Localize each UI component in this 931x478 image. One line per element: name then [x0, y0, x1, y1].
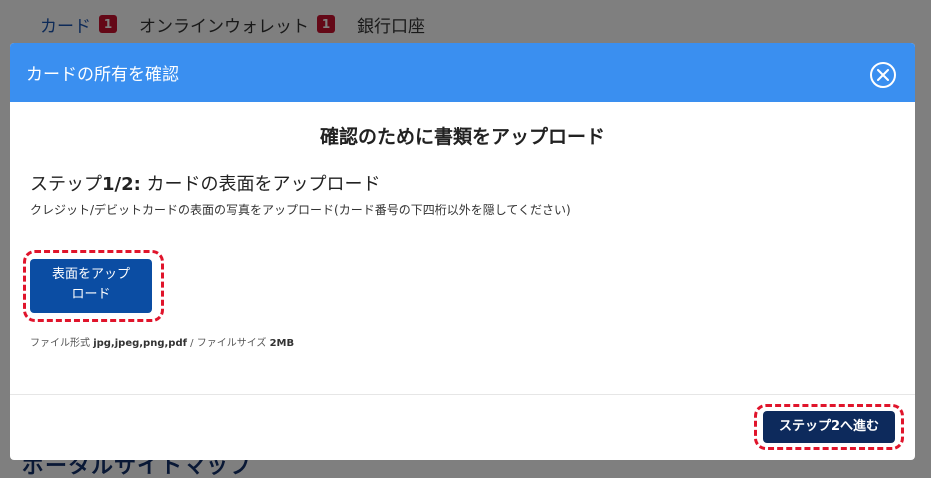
verify-card-modal: カードの所有を確認 確認のために書類をアップロード ステップ1/2: カードの表… [10, 43, 915, 460]
step-number: 1/2: [102, 174, 141, 195]
next-step-button[interactable]: ステップ2へ進む [763, 411, 895, 443]
close-icon [877, 69, 889, 81]
file-requirements: ファイル形式 jpg,jpeg,png,pdf / ファイルサイズ 2MB [30, 334, 294, 349]
close-button[interactable] [870, 62, 896, 88]
step-text: カードの表面をアップロード [140, 174, 381, 195]
upload-heading: 確認のために書類をアップロード [319, 126, 605, 148]
modal-header: カードの所有を確認 [10, 43, 915, 102]
modal-body: 確認のために書類をアップロード ステップ1/2: カードの表面をアップロード ク… [10, 102, 915, 394]
step-description: クレジット/デビットカードの表面の写真をアップロード(カード番号の下四桁以外を隠… [30, 203, 571, 217]
file-format-label: ファイル形式 [30, 338, 94, 349]
step-title: ステップ1/2: カードの表面をアップロード [30, 170, 381, 196]
file-size: 2MB [269, 338, 295, 349]
upload-button-line1: 表面をアップ [51, 267, 130, 282]
upload-front-button[interactable]: 表面をアップ ロード [30, 259, 152, 313]
modal-footer: ステップ2へ進む [10, 394, 915, 460]
modal-title: カードの所有を確認 [26, 65, 179, 85]
step-prefix: ステップ [30, 174, 102, 195]
file-formats: jpg,jpeg,png,pdf [93, 338, 187, 349]
upload-button-line2: ロード [71, 287, 111, 302]
file-size-label: / ファイルサイズ [186, 338, 270, 349]
